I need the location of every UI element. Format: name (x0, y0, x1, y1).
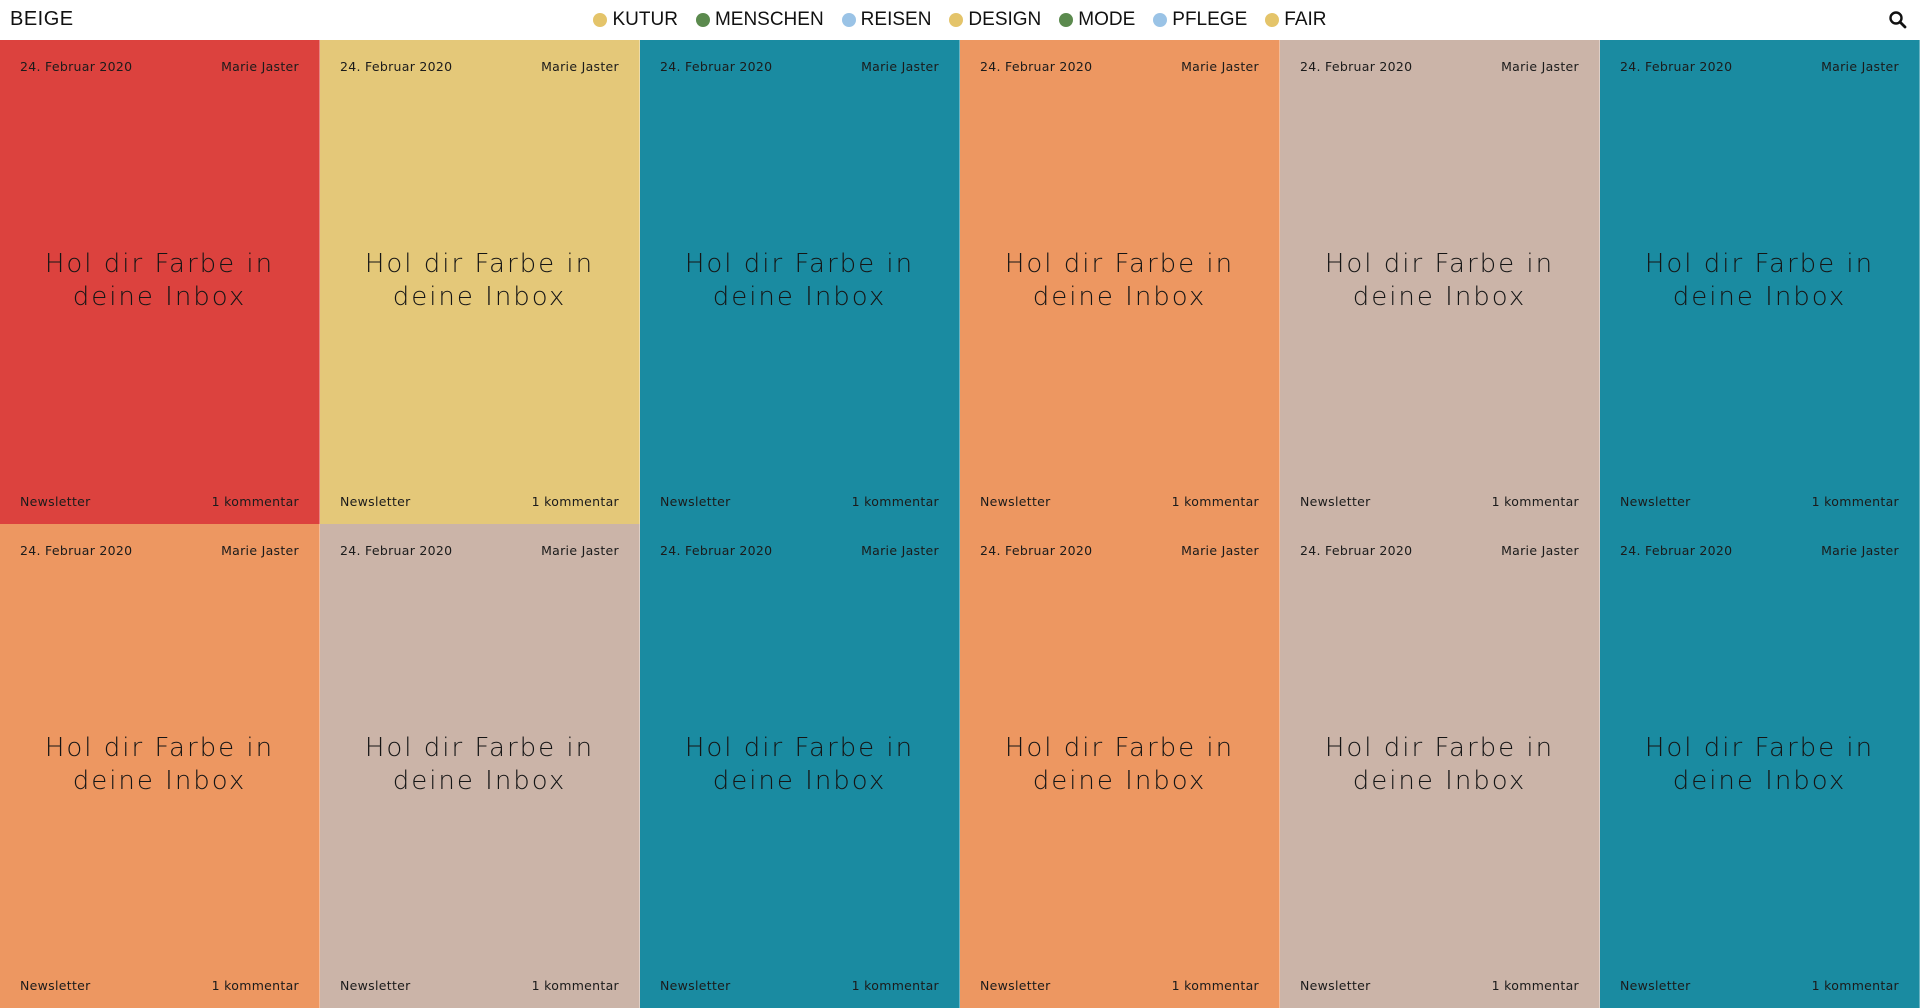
post-author[interactable]: Marie Jaster (1821, 543, 1899, 558)
post-title[interactable]: Hol dir Farbe in deine Inbox (968, 248, 1271, 314)
post-card[interactable]: 24. Februar 2020 Marie Jaster Hol dir Farb… (1280, 524, 1600, 1008)
post-title[interactable]: Hol dir Farbe in deine Inbox (1608, 248, 1911, 314)
post-title[interactable]: Hol dir Farbe in deine Inbox (1608, 732, 1911, 798)
post-title[interactable]: Hol dir Farbe in deine Inbox (968, 732, 1271, 798)
post-author[interactable]: Marie Jaster (1181, 59, 1259, 74)
post-author[interactable]: Marie Jaster (861, 543, 939, 558)
nav-item-kutur[interactable]: KUTUR (593, 9, 678, 31)
post-card[interactable]: 24. Februar 2020 Marie Jaster Hol dir Farb… (0, 40, 320, 524)
nav-item-label: FAIR (1284, 9, 1327, 30)
nav-item-label: REISEN (860, 9, 932, 30)
post-comments[interactable]: 1 kommentar (1172, 494, 1259, 509)
top-header: BEIGE KUTUR MENSCHEN REISEN DESIGN MODE PFLEG… (0, 0, 1920, 40)
post-category[interactable]: Newsletter (340, 978, 411, 993)
post-card[interactable]: 24. Februar 2020 Marie Jaster Hol dir Farb… (960, 40, 1280, 524)
post-title[interactable]: Hol dir Farbe in deine Inbox (1288, 732, 1591, 798)
nav-item-reisen[interactable]: REISEN (841, 9, 932, 31)
post-category[interactable]: Newsletter (660, 494, 731, 509)
post-date: 24. Februar 2020 (980, 59, 1093, 74)
post-comments[interactable]: 1 kommentar (1172, 978, 1259, 993)
nav-item-label: MODE (1078, 9, 1136, 30)
post-comments[interactable]: 1 kommentar (1812, 494, 1899, 509)
category-dot-icon (1059, 13, 1074, 27)
search-icon[interactable] (1888, 10, 1908, 30)
post-comments[interactable]: 1 kommentar (532, 494, 619, 509)
category-nav: KUTUR MENSCHEN REISEN DESIGN MODE PFLEGE FAIR (0, 0, 1920, 40)
post-category[interactable]: Newsletter (20, 978, 91, 993)
post-category[interactable]: Newsletter (980, 494, 1051, 509)
post-category[interactable]: Newsletter (1300, 494, 1371, 509)
post-date: 24. Februar 2020 (660, 543, 773, 558)
post-card[interactable]: 24. Februar 2020 Marie Jaster Hol dir Farb… (640, 524, 960, 1008)
post-comments[interactable]: 1 kommentar (1492, 494, 1579, 509)
post-category[interactable]: Newsletter (1620, 978, 1691, 993)
post-category[interactable]: Newsletter (1300, 978, 1371, 993)
post-grid: 24. Februar 2020 Marie Jaster Hol dir Farb… (0, 40, 1920, 1008)
post-title[interactable]: Hol dir Farbe in deine Inbox (8, 248, 311, 314)
post-date: 24. Februar 2020 (20, 59, 133, 74)
post-category[interactable]: Newsletter (20, 494, 91, 509)
nav-item-menschen[interactable]: MENSCHEN (695, 9, 824, 31)
nav-item-label: DESIGN (968, 9, 1042, 30)
post-date: 24. Februar 2020 (660, 59, 773, 74)
post-date: 24. Februar 2020 (340, 543, 453, 558)
post-author[interactable]: Marie Jaster (1501, 59, 1579, 74)
nav-item-label: MENSCHEN (714, 9, 824, 30)
nav-item-pflege[interactable]: PFLEGE (1153, 9, 1247, 31)
post-author[interactable]: Marie Jaster (1501, 543, 1579, 558)
post-category[interactable]: Newsletter (340, 494, 411, 509)
post-comments[interactable]: 1 kommentar (852, 494, 939, 509)
post-comments[interactable]: 1 kommentar (532, 978, 619, 993)
post-title[interactable]: Hol dir Farbe in deine Inbox (8, 732, 311, 798)
post-title[interactable]: Hol dir Farbe in deine Inbox (648, 248, 951, 314)
post-comments[interactable]: 1 kommentar (1492, 978, 1579, 993)
post-card[interactable]: 24. Februar 2020 Marie Jaster Hol dir Farb… (1600, 524, 1920, 1008)
post-author[interactable]: Marie Jaster (861, 59, 939, 74)
post-category[interactable]: Newsletter (1620, 494, 1691, 509)
post-author[interactable]: Marie Jaster (221, 59, 299, 74)
post-date: 24. Februar 2020 (1300, 59, 1413, 74)
post-title[interactable]: Hol dir Farbe in deine Inbox (328, 732, 631, 798)
post-title[interactable]: Hol dir Farbe in deine Inbox (1288, 248, 1591, 314)
post-category[interactable]: Newsletter (660, 978, 731, 993)
post-card[interactable]: 24. Februar 2020 Marie Jaster Hol dir Farb… (320, 40, 640, 524)
category-dot-icon (1265, 13, 1280, 27)
post-card[interactable]: 24. Februar 2020 Marie Jaster Hol dir Farb… (1280, 40, 1600, 524)
category-dot-icon (1153, 13, 1168, 27)
post-comments[interactable]: 1 kommentar (212, 978, 299, 993)
post-title[interactable]: Hol dir Farbe in deine Inbox (648, 732, 951, 798)
post-category[interactable]: Newsletter (980, 978, 1051, 993)
category-dot-icon (949, 13, 964, 27)
post-card[interactable]: 24. Februar 2020 Marie Jaster Hol dir Farb… (960, 524, 1280, 1008)
post-comments[interactable]: 1 kommentar (852, 978, 939, 993)
post-card[interactable]: 24. Februar 2020 Marie Jaster Hol dir Farb… (0, 524, 320, 1008)
post-date: 24. Februar 2020 (20, 543, 133, 558)
category-dot-icon (593, 13, 608, 27)
category-dot-icon (841, 13, 856, 27)
post-author[interactable]: Marie Jaster (541, 59, 619, 74)
nav-item-label: KUTUR (612, 9, 678, 30)
nav-item-mode[interactable]: MODE (1059, 9, 1135, 31)
post-card[interactable]: 24. Februar 2020 Marie Jaster Hol dir Farb… (1600, 40, 1920, 524)
post-card[interactable]: 24. Februar 2020 Marie Jaster Hol dir Farb… (320, 524, 640, 1008)
post-author[interactable]: Marie Jaster (541, 543, 619, 558)
post-date: 24. Februar 2020 (1300, 543, 1413, 558)
post-author[interactable]: Marie Jaster (1181, 543, 1259, 558)
nav-item-design[interactable]: DESIGN (949, 9, 1041, 31)
post-date: 24. Februar 2020 (340, 59, 453, 74)
post-date: 24. Februar 2020 (1620, 59, 1733, 74)
nav-item-fair[interactable]: FAIR (1265, 9, 1327, 31)
post-comments[interactable]: 1 kommentar (1812, 978, 1899, 993)
post-card[interactable]: 24. Februar 2020 Marie Jaster Hol dir Farb… (640, 40, 960, 524)
post-author[interactable]: Marie Jaster (221, 543, 299, 558)
post-title[interactable]: Hol dir Farbe in deine Inbox (328, 248, 631, 314)
nav-item-label: PFLEGE (1172, 9, 1248, 30)
post-date: 24. Februar 2020 (980, 543, 1093, 558)
category-dot-icon (695, 13, 710, 27)
post-date: 24. Februar 2020 (1620, 543, 1733, 558)
post-author[interactable]: Marie Jaster (1821, 59, 1899, 74)
post-comments[interactable]: 1 kommentar (212, 494, 299, 509)
